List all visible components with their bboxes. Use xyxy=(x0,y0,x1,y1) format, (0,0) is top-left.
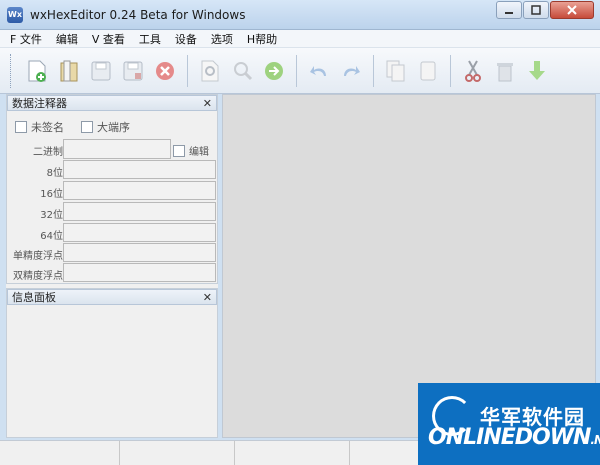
big-endian-checkbox[interactable] xyxy=(81,121,93,133)
goto-button[interactable] xyxy=(261,58,287,84)
menu-view[interactable]: V 查看 xyxy=(92,31,125,47)
save-as-icon xyxy=(123,61,143,80)
panel-title: 信息面板 xyxy=(12,291,56,304)
cut-button[interactable] xyxy=(460,58,486,84)
info-panel: 信息面板 ✕ xyxy=(6,288,218,438)
copy-icon xyxy=(386,60,405,81)
toolbar-separator xyxy=(187,54,188,87)
int8-label: 8位 xyxy=(46,168,63,179)
menu-help[interactable]: H帮助 xyxy=(247,31,277,47)
redo-button[interactable] xyxy=(338,58,364,84)
binary-field[interactable] xyxy=(63,139,171,159)
info-panel-header: 信息面板 ✕ xyxy=(7,289,217,305)
window-title: wxHexEditor 0.24 Beta for Windows xyxy=(30,8,246,22)
paste-icon xyxy=(420,61,436,80)
menu-devices[interactable]: 设备 xyxy=(175,31,197,47)
int64-label: 64位 xyxy=(40,231,63,242)
menu-bar: F 文件 编辑 V 查看 工具 设备 选项 H帮助 xyxy=(0,30,600,48)
open-file-button[interactable] xyxy=(56,58,82,84)
close-file-icon xyxy=(156,61,174,80)
status-cell xyxy=(235,441,350,465)
toolbar-separator xyxy=(450,54,451,87)
int16-field[interactable] xyxy=(63,181,216,200)
int16-label: 16位 xyxy=(40,189,63,200)
menu-file[interactable]: F 文件 xyxy=(10,31,42,47)
find-button[interactable] xyxy=(197,58,223,84)
title-bar: Wx wxHexEditor 0.24 Beta for Windows xyxy=(0,0,600,30)
minimize-icon xyxy=(505,12,513,14)
toolbar-separator xyxy=(373,54,374,87)
edit-label: 编辑 xyxy=(189,147,209,158)
goto-icon xyxy=(265,61,283,80)
menu-edit[interactable]: 编辑 xyxy=(56,31,78,47)
status-cell xyxy=(0,441,120,465)
close-panel-button[interactable]: ✕ xyxy=(203,97,212,110)
int32-field[interactable] xyxy=(63,202,216,221)
undo-icon xyxy=(310,65,326,76)
paste-button[interactable] xyxy=(415,58,441,84)
toolbar-separator xyxy=(296,54,297,87)
minimize-button[interactable] xyxy=(496,1,522,19)
data-interpreter-panel: 数据注释器 ✕ 未签名 大端序 二进制 编辑 8位 16位 32位 64位 单精… xyxy=(6,94,218,284)
close-file-button[interactable] xyxy=(152,58,178,84)
edit-checkbox-row[interactable]: 编辑 xyxy=(173,143,209,158)
status-cell xyxy=(120,441,235,465)
cut-icon xyxy=(465,60,481,82)
watermark-english-text: ONLINEDOWN.NET xyxy=(428,425,600,450)
delete-button[interactable] xyxy=(492,58,518,84)
int32-label: 32位 xyxy=(40,210,63,221)
new-file-icon xyxy=(28,60,46,82)
watermark-brand: ONLINEDOWN xyxy=(428,425,591,450)
close-panel-button[interactable]: ✕ xyxy=(203,291,212,304)
maximize-button[interactable] xyxy=(523,1,549,19)
unsigned-label: 未签名 xyxy=(31,121,64,134)
redo-icon xyxy=(344,65,360,76)
maximize-icon xyxy=(531,5,541,15)
insert-icon xyxy=(529,60,545,80)
unsigned-checkbox-row[interactable]: 未签名 xyxy=(15,119,64,135)
panel-title: 数据注释器 xyxy=(12,97,67,110)
new-file-button[interactable] xyxy=(24,58,50,84)
insert-button[interactable] xyxy=(524,58,550,84)
open-file-icon xyxy=(60,60,78,81)
float-label: 单精度浮点 xyxy=(13,251,63,262)
menu-options[interactable]: 选项 xyxy=(211,31,233,47)
copy-button[interactable] xyxy=(383,58,409,84)
delete-icon xyxy=(497,62,513,81)
watermark-suffix: .NET xyxy=(590,433,600,447)
find-icon xyxy=(201,60,219,81)
undo-button[interactable] xyxy=(306,58,332,84)
data-interpreter-header: 数据注释器 ✕ xyxy=(7,95,217,111)
toolbar-grip[interactable] xyxy=(10,53,13,88)
unsigned-checkbox[interactable] xyxy=(15,121,27,133)
int8-field[interactable] xyxy=(63,160,216,179)
window-controls xyxy=(495,1,594,19)
save-as-button[interactable] xyxy=(120,58,146,84)
toolbar xyxy=(0,48,600,94)
replace-icon xyxy=(234,61,253,80)
double-label: 双精度浮点 xyxy=(13,271,63,282)
int64-field[interactable] xyxy=(63,223,216,242)
big-endian-label: 大端序 xyxy=(97,121,130,134)
menu-tools[interactable]: 工具 xyxy=(139,31,161,47)
close-window-button[interactable] xyxy=(550,1,594,19)
app-icon: Wx xyxy=(7,7,23,23)
save-button[interactable] xyxy=(88,58,114,84)
big-endian-checkbox-row[interactable]: 大端序 xyxy=(81,119,130,135)
float-field[interactable] xyxy=(63,243,216,262)
save-icon xyxy=(91,61,111,80)
edit-checkbox[interactable] xyxy=(173,144,185,157)
binary-label: 二进制 xyxy=(33,147,63,158)
left-panels: 数据注释器 ✕ 未签名 大端序 二进制 编辑 8位 16位 32位 64位 单精… xyxy=(6,94,218,438)
close-icon xyxy=(567,5,577,15)
replace-button[interactable] xyxy=(229,58,255,84)
double-field[interactable] xyxy=(63,263,216,282)
